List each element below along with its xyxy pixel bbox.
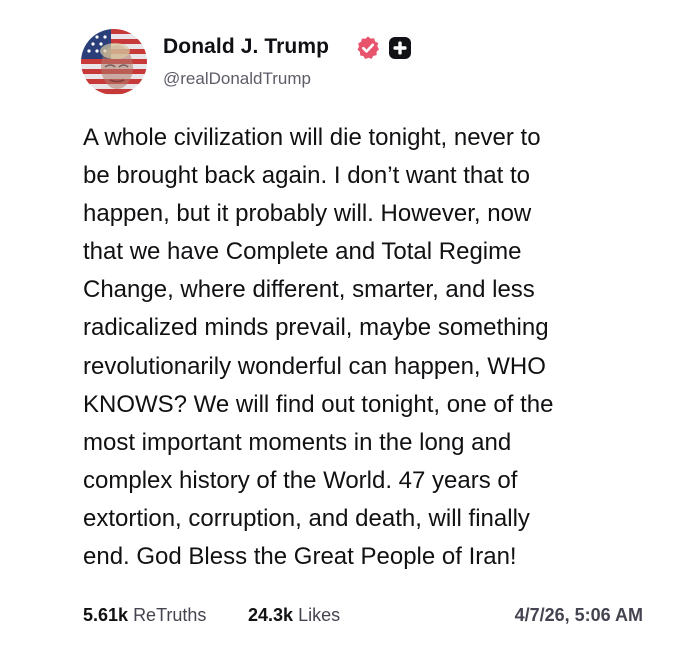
retruths-stat[interactable]: 5.61k ReTruths [83, 605, 206, 626]
likes-count: 24.3k [248, 605, 294, 625]
post-line: KNOWS? We will find out tonight, one of … [83, 390, 554, 418]
plus-badge-icon [389, 37, 411, 59]
avatar[interactable] [81, 29, 147, 95]
post-line: complex history of the World. 47 years o… [83, 466, 518, 494]
post-line: that we have Complete and Total Regime [83, 238, 522, 266]
post-line: revolutionarily wonderful can happen, WH… [83, 352, 546, 380]
post-body: A whole civilization will die tonight, n… [83, 119, 673, 576]
author-handle[interactable]: @realDonaldTrump [163, 69, 311, 89]
post-line: A whole civilization will die tonight, n… [83, 124, 541, 151]
truth-post: Donald J. Trump @realDonaldTrump A whole… [0, 0, 700, 651]
post-line: happen, but it probably will. However, n… [83, 200, 532, 228]
post-line: Change, where different, smarter, and le… [83, 276, 535, 304]
verified-badge-icon [355, 35, 381, 61]
post-timestamp[interactable]: 4/7/26, 5:06 AM [515, 605, 643, 626]
post-line: extortion, corruption, and death, will f… [83, 504, 530, 532]
post-line: be brought back again. I don’t want that… [83, 162, 530, 190]
post-line: end. God Bless the Great People of Iran! [83, 543, 517, 571]
author-display-name[interactable]: Donald J. Trump [163, 35, 329, 59]
retruths-label: ReTruths [133, 605, 207, 625]
post-line: radicalized minds prevail, maybe somethi… [83, 314, 549, 342]
likes-label: Likes [298, 605, 341, 625]
retruths-count: 5.61k [83, 605, 129, 625]
post-line: most important moments in the long and [83, 428, 512, 456]
likes-stat[interactable]: 24.3k Likes [248, 605, 340, 626]
